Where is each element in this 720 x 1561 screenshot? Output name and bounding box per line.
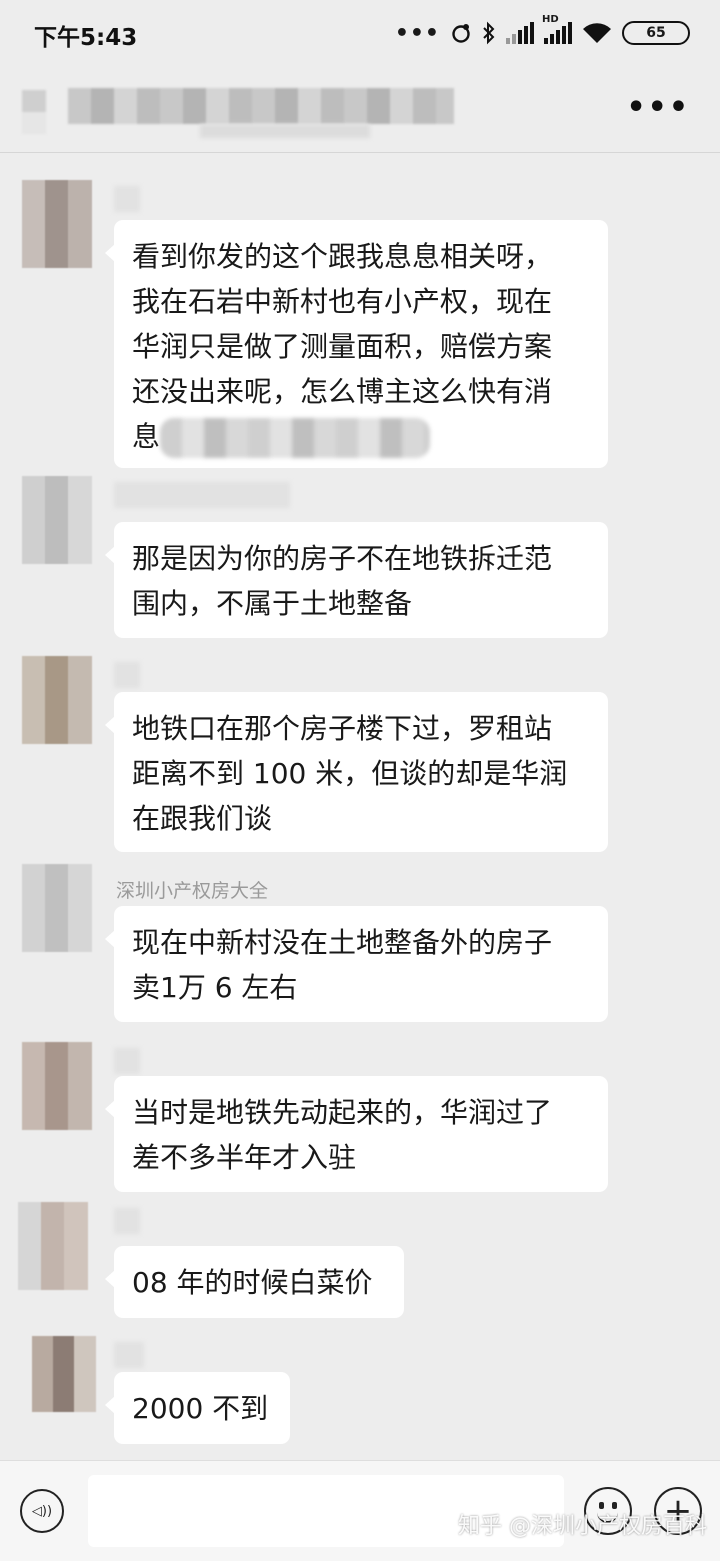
message-bubble[interactable]: 2000 不到: [105, 1372, 290, 1444]
signal-icon: [506, 22, 534, 44]
message-line: 08 年的时候白菜价: [132, 1266, 373, 1299]
avatar[interactable]: [32, 1336, 96, 1412]
message-line: 息: [132, 420, 161, 453]
nickname-blur: [114, 186, 140, 212]
wifi-icon: [583, 23, 611, 43]
message-line: 华润只是做了测量面积，赔偿方案: [132, 330, 553, 363]
nickname-blur: [114, 1208, 140, 1234]
message-bubble[interactable]: 08 年的时候白菜价: [105, 1246, 404, 1318]
message-line: 卖1万 6 左右: [132, 971, 298, 1004]
hd-label: HD: [542, 14, 559, 25]
chat-title: [68, 88, 454, 124]
status-bar: 下午5:43 ••• HD 65: [0, 0, 720, 66]
status-time: 下午5:43: [34, 25, 138, 51]
back-icon[interactable]: [22, 90, 46, 134]
message-line: 还没出来呢，怎么博主这么快有消: [132, 375, 553, 408]
alarm-icon: [452, 24, 470, 43]
message-line: 那是因为你的房子不在地铁拆迁范: [132, 542, 553, 575]
message-bubble[interactable]: 那是因为你的房子不在地铁拆迁范 围内，不属于土地整备: [105, 522, 608, 638]
avatar[interactable]: [22, 1042, 92, 1130]
avatar[interactable]: [22, 476, 92, 564]
bluetooth-icon: [483, 21, 495, 45]
nickname-blur: [114, 482, 290, 508]
voice-label: ◁)): [31, 1503, 53, 1519]
message-line: 差不多半年才入驻: [132, 1141, 357, 1174]
nickname-blur: [114, 662, 140, 688]
message-bubble[interactable]: 当时是地铁先动起来的，华润过了 差不多半年才入驻: [105, 1076, 608, 1192]
battery-icon: 65: [622, 21, 690, 45]
avatar[interactable]: [22, 656, 92, 744]
message-line: 看到你发的这个跟我息息相关呀，: [132, 240, 553, 273]
avatar[interactable]: [18, 1202, 88, 1290]
nickname: 深圳小产权房大全: [116, 880, 269, 902]
watermark: 知乎 @深圳小产权房百科: [458, 1514, 707, 1539]
hd-signal-icon: HD: [542, 14, 572, 44]
voice-icon[interactable]: ◁)): [20, 1489, 64, 1533]
battery-level: 65: [646, 25, 666, 41]
message-line: 当时是地铁先动起来的，华润过了: [132, 1096, 553, 1129]
avatar[interactable]: [22, 180, 92, 268]
message-line: 我在石岩中新村也有小产权，现在: [132, 285, 553, 318]
message-bubble[interactable]: 地铁口在那个房子楼下过，罗租站 距离不到 100 米，但谈的却是华润 在跟我们谈: [105, 692, 608, 852]
message-line: 现在中新村没在土地整备外的房子: [132, 926, 553, 959]
message-line: 在跟我们谈: [132, 802, 273, 835]
message-bubble[interactable]: 看到你发的这个跟我息息相关呀， 我在石岩中新村也有小产权，现在 华润只是做了测量…: [105, 220, 608, 468]
chat-title-blur: [200, 124, 370, 138]
message-line: 地铁口在那个房子楼下过，罗租站: [132, 712, 553, 745]
avatar[interactable]: [22, 864, 92, 952]
more-dots-icon: •••: [394, 20, 440, 46]
nickname-blur: [114, 1048, 140, 1074]
nickname-blur: [114, 1342, 144, 1368]
status-icons: ••• HD 65: [394, 14, 690, 50]
message-line: 2000 不到: [132, 1392, 269, 1425]
message-line: 距离不到 100 米，但谈的却是华润: [132, 757, 568, 790]
chat-header: •••: [0, 66, 720, 153]
redacted-text: [160, 418, 431, 458]
more-button[interactable]: •••: [626, 90, 690, 125]
message-bubble[interactable]: 现在中新村没在土地整备外的房子 卖1万 6 左右: [105, 906, 608, 1022]
message-line: 围内，不属于土地整备: [132, 587, 413, 620]
